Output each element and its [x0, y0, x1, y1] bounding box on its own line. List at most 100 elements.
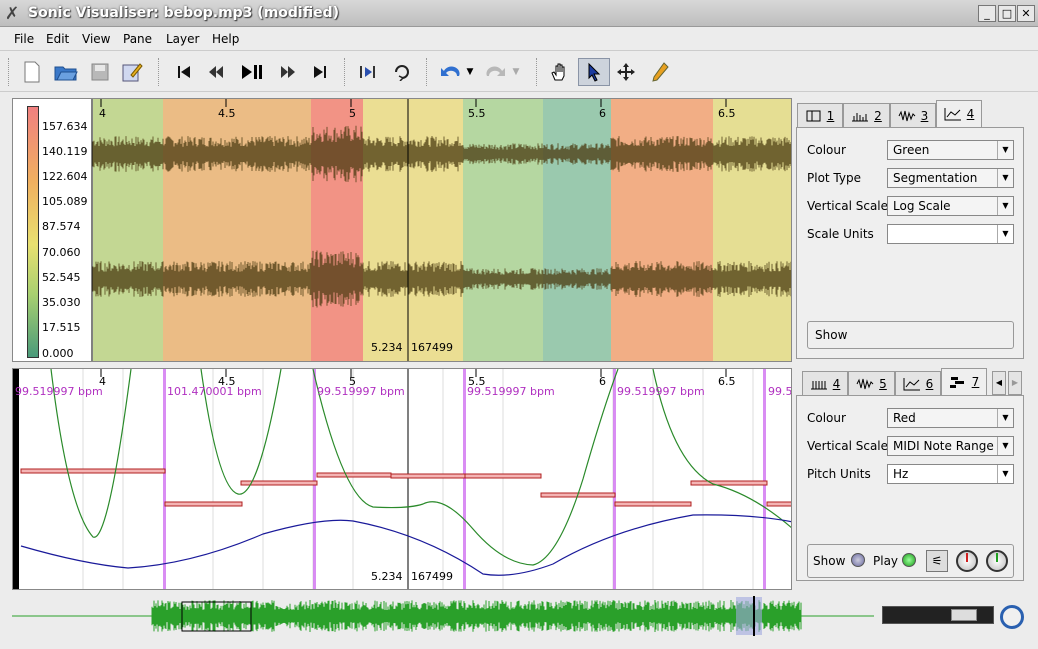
tab-layer-5[interactable]: 5 — [848, 371, 895, 395]
waveform-canvas[interactable] — [13, 99, 792, 362]
colour-dropdown[interactable]: Green ▼ — [887, 140, 1014, 160]
waveform-icon — [856, 378, 874, 389]
ruler-label: 5.5 — [468, 107, 486, 120]
vertical-scale-dropdown[interactable]: Log Scale ▼ — [887, 196, 1014, 216]
beat-marker — [613, 369, 616, 589]
close-button[interactable]: ✕ — [1017, 5, 1035, 22]
ruler-label: 6 — [599, 375, 606, 388]
play-toggle-icon[interactable] — [902, 553, 916, 567]
tab-number: 3 — [920, 108, 929, 123]
curve-icon — [944, 108, 961, 121]
overview-strip[interactable] — [12, 594, 874, 638]
menu-pane[interactable]: Pane — [123, 32, 152, 46]
menu-edit[interactable]: Edit — [46, 32, 69, 46]
rewind-icon[interactable] — [202, 58, 230, 86]
menu-help[interactable]: Help — [212, 32, 239, 46]
bpm-label: 99.519997 bpm — [467, 385, 555, 398]
vertical-scale-label: Vertical Scale — [807, 439, 889, 453]
notes-canvas[interactable] — [13, 369, 792, 590]
show-label[interactable]: Show — [815, 328, 847, 342]
colour-scale-bar — [27, 106, 39, 358]
scale-label: 140.119 — [42, 145, 88, 158]
tab-scroll-left-icon[interactable]: ◀ — [992, 371, 1006, 395]
redo-icon[interactable] — [482, 58, 510, 86]
ruler-label: 4.5 — [218, 107, 236, 120]
show-toggle-icon[interactable] — [851, 553, 865, 567]
chevron-down-icon: ▼ — [997, 465, 1013, 483]
tab-layer-3[interactable]: 3 — [890, 103, 936, 127]
beat-marker — [763, 369, 766, 589]
vertical-scale-value: Log Scale — [893, 199, 951, 213]
open-folder-icon[interactable] — [52, 58, 80, 86]
scale-label: 35.030 — [42, 296, 81, 309]
menu-layer[interactable]: Layer — [166, 32, 199, 46]
mixer-settings-icon[interactable]: ⚟ — [926, 550, 948, 572]
playback-gain-slider[interactable] — [882, 606, 994, 624]
overview-waveform-bars — [151, 600, 802, 632]
segment-region — [363, 99, 463, 361]
bpm-label: 99.519997 bpm — [617, 385, 705, 398]
rewind-start-icon[interactable] — [170, 58, 198, 86]
plot-type-dropdown[interactable]: Segmentation ▼ — [887, 168, 1014, 188]
colour-value: Green — [893, 143, 930, 157]
tab-layer-4[interactable]: 4 — [936, 100, 982, 127]
slider-handle[interactable] — [951, 609, 977, 621]
tab-layer-6[interactable]: 6 — [895, 371, 941, 395]
draw-pencil-icon[interactable] — [646, 58, 674, 86]
pitch-curve-green — [50, 369, 791, 566]
new-file-icon[interactable] — [18, 58, 46, 86]
scale-units-dropdown[interactable]: ▼ — [887, 224, 1014, 244]
fast-forward-icon[interactable] — [274, 58, 302, 86]
redo-dropdown-icon[interactable]: ▼ — [508, 58, 524, 86]
bpm-label: 99.519997 bpm — [15, 385, 103, 398]
chevron-down-icon: ▼ — [997, 437, 1013, 455]
loop-icon[interactable] — [388, 58, 416, 86]
undo-icon[interactable] — [436, 58, 464, 86]
save-icon[interactable] — [86, 58, 114, 86]
maximize-button[interactable]: □ — [998, 5, 1016, 22]
minimize-button[interactable]: _ — [978, 5, 996, 22]
segment-region — [463, 99, 543, 361]
menu-view[interactable]: View — [82, 32, 110, 46]
overview-waveform[interactable] — [12, 594, 874, 638]
gain-knob-icon[interactable] — [956, 550, 978, 572]
tab-number: 6 — [925, 376, 934, 391]
note-event — [614, 501, 692, 507]
bpm-label: 101.470001 bpm — [167, 385, 262, 398]
beat-marker — [313, 369, 316, 589]
time-readout: 5.234 — [371, 341, 403, 354]
note-event — [390, 473, 466, 479]
pitch-units-value: Hz — [893, 467, 909, 481]
pane-icon — [806, 110, 821, 121]
menu-file[interactable]: File — [14, 32, 34, 46]
play-selection-icon[interactable] — [354, 58, 382, 86]
notes-pane[interactable]: 4 4.5 5 5.5 6 6.5 99.519997 bpm 101.4700… — [12, 368, 792, 590]
navigate-hand-icon[interactable] — [545, 58, 573, 86]
colour-label: Colour — [807, 143, 846, 157]
pitch-units-dropdown[interactable]: Hz ▼ — [887, 464, 1014, 484]
play-pause-icon[interactable] — [238, 58, 266, 86]
vertical-scale-dropdown[interactable]: MIDI Note Range ▼ — [887, 436, 1014, 456]
tab-layer-4b[interactable]: 4 — [802, 371, 848, 395]
show-label: Show — [813, 554, 846, 568]
scale-label: 105.089 — [42, 195, 88, 208]
colour-dropdown[interactable]: Red ▼ — [887, 408, 1014, 428]
tab-number: 1 — [826, 108, 835, 123]
note-event — [316, 472, 392, 478]
tab-scroll-right-icon[interactable]: ▶ — [1008, 371, 1022, 395]
move-icon[interactable] — [612, 58, 640, 86]
save-session-icon[interactable] — [118, 58, 146, 86]
tab-layer-7[interactable]: 7 — [941, 368, 987, 395]
scale-units-label: Scale Units — [807, 227, 874, 241]
pan-knob-icon[interactable] — [986, 550, 1008, 572]
app-logo-icon: ✗ — [5, 4, 20, 24]
undo-dropdown-icon[interactable]: ▼ — [462, 58, 478, 86]
tab-layer-2[interactable]: 2 — [843, 103, 890, 127]
layer-property-box-2: 4 5 6 7 ◀ ▶ Colour Red ▼ Vertical Scale M… — [796, 368, 1028, 584]
pitch-curve-blue — [20, 514, 791, 576]
waveform-pane[interactable]: 157.634 140.119 122.604 105.089 87.574 7… — [12, 98, 792, 362]
speed-dial-icon[interactable] — [1000, 605, 1024, 629]
tab-layer-1[interactable]: 1 — [797, 103, 843, 127]
fast-forward-end-icon[interactable] — [306, 58, 334, 86]
select-arrow-icon[interactable] — [578, 58, 610, 86]
